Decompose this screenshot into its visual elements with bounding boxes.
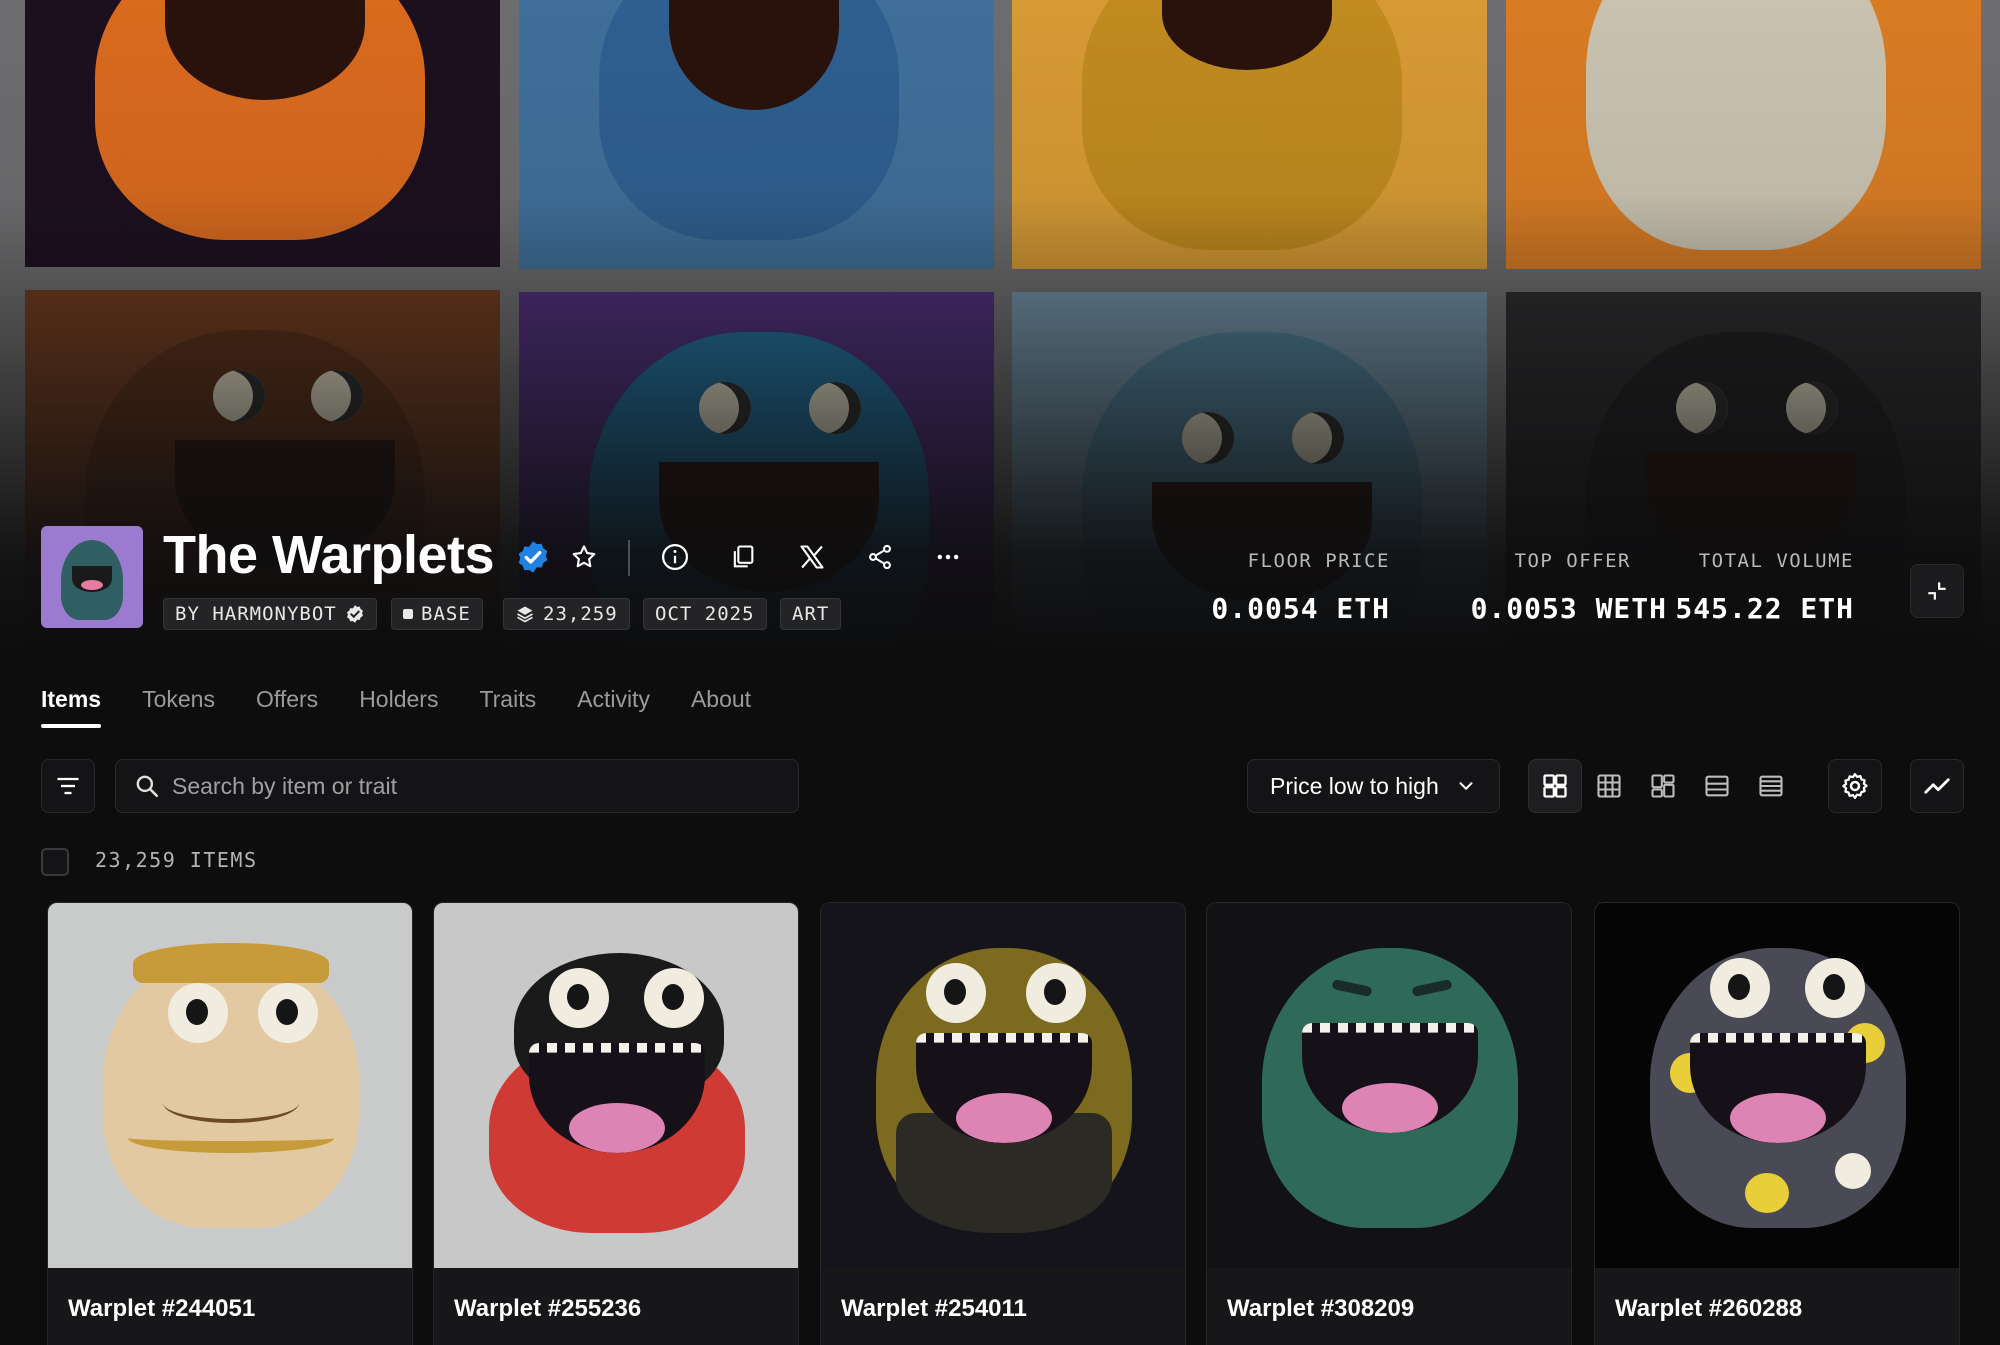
view-list-button[interactable] [1744,759,1798,813]
search-icon [136,775,159,798]
more-icon[interactable] [930,539,966,575]
view-large-grid-button[interactable] [1528,759,1582,813]
item-name: Warplet #255236 [454,1295,642,1322]
sort-dropdown[interactable]: Price low to high [1247,759,1500,813]
creator-chip[interactable]: BY HARMONYBOT [163,598,377,630]
collapse-button[interactable] [1910,564,1964,618]
item-name: Warplet #254011 [841,1295,1027,1322]
tab-holders[interactable]: Holders [359,686,438,727]
verified-icon [518,541,548,573]
view-small-grid-button[interactable] [1582,759,1636,813]
item-name: Warplet #244051 [68,1295,256,1322]
item-card[interactable]: Warplet #255236 [433,902,799,1345]
x-icon[interactable] [794,539,830,575]
category-chip[interactable]: ART [780,598,842,630]
chain-icon [403,609,413,619]
category-label: ART [792,603,830,625]
copy-icon[interactable] [725,539,761,575]
creator-label: BY HARMONYBOT [175,603,337,625]
tab-items[interactable]: Items [41,686,102,728]
chart-icon [1924,778,1950,794]
chain-chip[interactable]: BASE [391,598,483,630]
tab-tokens[interactable]: Tokens [142,686,215,727]
settings-button[interactable] [1828,759,1882,813]
total-volume-label: TOTAL VOLUME [1698,550,1854,572]
supply-chip: 23,259 [503,598,630,630]
top-offer-label: TOP OFFER [1514,550,1631,572]
item-image [1207,903,1571,1268]
creator-verified-icon [346,605,363,623]
floor-price-label: FLOOR PRICE [1247,550,1390,572]
chevron-down-icon [1459,782,1473,790]
collection-avatar [41,526,143,628]
top-offer-value: 0.0053 WETH [1470,592,1667,625]
rows-icon [1705,775,1729,797]
filter-icon [57,777,79,795]
view-mosaic-button[interactable] [1636,759,1690,813]
view-mode-group [1528,759,1798,813]
item-card[interactable]: Warplet #244051 [47,902,413,1345]
items-count: 23,259 ITEMS [95,848,258,872]
filter-button[interactable] [41,759,95,813]
item-image [1595,903,1959,1268]
view-rows-button[interactable] [1690,759,1744,813]
info-icon[interactable] [657,539,693,575]
select-all-checkbox[interactable] [41,848,69,876]
gear-icon [1842,773,1868,799]
share-icon[interactable] [862,539,898,575]
list-icon [1759,775,1783,797]
collapse-icon [1928,582,1946,600]
search-input[interactable] [172,772,772,800]
tab-traits[interactable]: Traits [479,686,536,727]
item-name: Warplet #308209 [1227,1295,1415,1322]
mosaic-icon [1651,774,1675,798]
collection-title: The Warplets [163,525,495,585]
layers-icon [517,606,533,623]
search-field[interactable] [115,759,799,813]
sort-selected-label: Price low to high [1270,772,1439,799]
item-name: Warplet #260288 [1615,1295,1803,1322]
grid-small-icon [1597,774,1621,798]
supply-label: 23,259 [543,603,618,625]
collection-tabs: Items Tokens Offers Holders Traits Activ… [41,686,751,728]
analytics-button[interactable] [1910,759,1964,813]
item-image [821,903,1185,1268]
floor-price-value: 0.0054 ETH [1211,592,1390,625]
item-card[interactable]: Warplet #308209 [1206,902,1572,1345]
grid-large-icon [1543,774,1567,798]
total-volume-value: 545.22 ETH [1675,592,1854,625]
date-label: OCT 2025 [655,603,755,625]
item-image [48,903,412,1268]
tab-offers[interactable]: Offers [256,686,318,727]
header-divider [628,540,630,576]
star-icon[interactable] [566,539,602,575]
item-card[interactable]: Warplet #254011 [820,902,1186,1345]
item-image [434,903,798,1268]
tab-activity[interactable]: Activity [577,686,650,727]
chain-label: BASE [421,603,471,625]
tab-about[interactable]: About [691,686,751,727]
item-card[interactable]: Warplet #260288 [1594,902,1960,1345]
date-chip: OCT 2025 [643,598,767,630]
